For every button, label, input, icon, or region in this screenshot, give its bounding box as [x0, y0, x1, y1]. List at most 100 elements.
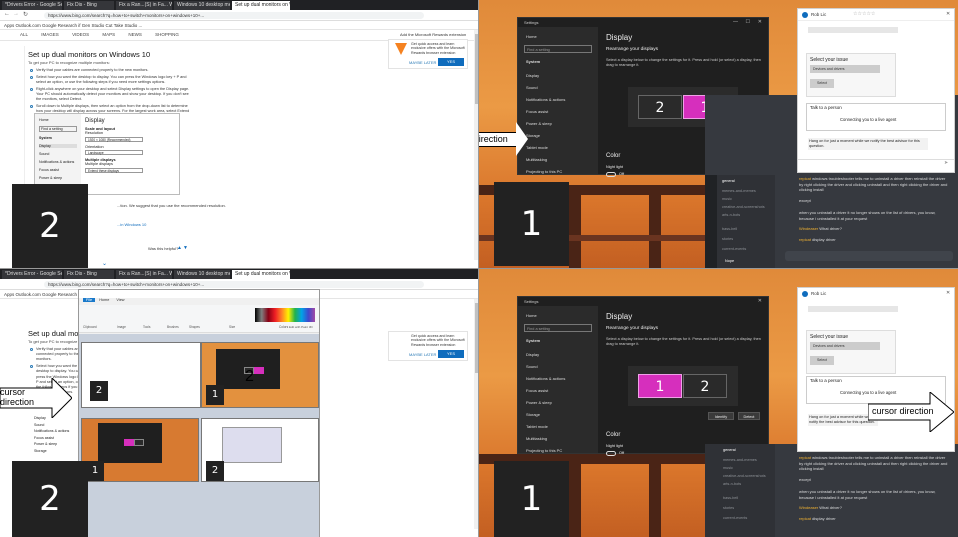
sidebar-item-sound[interactable]: Sound [526, 85, 538, 90]
select-button[interactable]: Select [810, 356, 834, 365]
channel-item[interactable]: stories [723, 506, 734, 510]
rating-stars[interactable]: ☆☆☆☆☆ [853, 11, 875, 17]
issue-dropdown[interactable]: Devices and drivers [810, 65, 880, 73]
select-button[interactable]: Select [810, 79, 834, 88]
sidebar-item-projecting[interactable]: Projecting to this PC [526, 448, 562, 453]
section-heading: Rearrange your displays [606, 326, 658, 331]
browser-tab[interactable]: *Drivers Error - Google Search [2, 1, 62, 10]
settings-search-input[interactable]: Find a setting [524, 45, 592, 53]
nav-all[interactable]: ALL [20, 32, 28, 37]
channel-item[interactable]: arts-n-bots [723, 482, 741, 486]
sidebar-item-focus[interactable]: Focus assist [526, 388, 548, 393]
sidebar-item-home[interactable]: Home [526, 313, 537, 318]
sidebar-item-storage[interactable]: Storage [526, 133, 540, 138]
tab-home[interactable]: Home [96, 298, 112, 302]
reload-icon[interactable]: ↻ [23, 11, 28, 18]
thumbs-down-icon[interactable]: ▼ [183, 245, 188, 251]
sidebar-item-home[interactable]: Home [526, 34, 537, 39]
sidebar-section-system: System [526, 338, 541, 343]
channel-item[interactable]: music [722, 197, 732, 201]
channel-item[interactable]: creative-and-screenshots [723, 474, 766, 478]
agent-name: Rob Lic [811, 291, 827, 296]
display-1[interactable]: 1 [638, 374, 682, 398]
channel-item[interactable]: current-events [722, 247, 746, 251]
sidebar-item-multitasking[interactable]: Multitasking [526, 157, 547, 162]
sidebar-item-display[interactable]: Display [526, 352, 539, 357]
channel-item[interactable]: general [723, 448, 736, 452]
color-palette[interactable] [255, 308, 315, 322]
channel-item[interactable]: memes-and-memes [723, 458, 757, 462]
issue-dropdown[interactable]: Devices and drivers [810, 342, 880, 350]
rewards-prompt: Add the Microsoft Rewards extension [400, 32, 467, 37]
chat-input[interactable] [798, 159, 954, 172]
close-icon[interactable]: ✕ [758, 298, 762, 304]
maximize-icon[interactable]: ☐ [746, 19, 750, 25]
identify-button[interactable]: Identify [708, 412, 734, 420]
close-icon[interactable]: ✕ [758, 19, 762, 25]
close-icon[interactable]: ✕ [946, 290, 950, 296]
browser-tab[interactable]: Windows 10 desktop ment... [174, 270, 230, 279]
night-light-toggle[interactable] [606, 451, 616, 456]
channel-item[interactable]: bass-bell [723, 496, 738, 500]
tab-file[interactable]: File [83, 298, 96, 302]
url-input[interactable]: https://www.bing.com/search?q=how+to+swi… [44, 12, 424, 19]
browser-tab-active[interactable]: Set up dual monitors on Win... [232, 270, 290, 279]
detect-button[interactable]: Detect [738, 412, 760, 420]
tab-view[interactable]: View [113, 298, 127, 302]
sidebar-item-notifications[interactable]: Notifications & actions [526, 376, 565, 381]
sidebar-item-tablet[interactable]: Tablet mode [526, 424, 548, 429]
wallpaper-girder [569, 185, 581, 268]
chevron-down-icon[interactable]: ⌄ [102, 260, 107, 267]
browser-tab[interactable]: Windows 10 desktop ment... [174, 1, 230, 10]
back-icon[interactable]: ← [4, 11, 10, 17]
channel-item[interactable]: memes-and-memes [722, 189, 756, 193]
nav-news[interactable]: NEWS [128, 32, 142, 37]
sidebar-item-multitasking[interactable]: Multitasking [526, 436, 547, 441]
nav-images[interactable]: IMAGES [41, 32, 59, 37]
sidebar-item-power[interactable]: Power & sleep [526, 121, 552, 126]
night-light-toggle[interactable] [606, 172, 616, 177]
browser-tab[interactable]: Fix Dis - Bing [64, 1, 114, 10]
maybe-later-button[interactable]: MAYBE LATER [409, 60, 436, 65]
settings-search-input[interactable]: Find a setting [524, 324, 592, 332]
browser-tab[interactable]: Fix Dis - Bing [64, 270, 114, 279]
nav-maps[interactable]: MAPS [102, 32, 115, 37]
thumbs-up-icon[interactable]: ▲ [177, 245, 182, 251]
maybe-later-button[interactable]: MAYBE LATER [409, 352, 436, 357]
sidebar-item-notifications[interactable]: Notifications & actions [526, 97, 565, 102]
browser-tab[interactable]: *Drivers Error - Google Search [2, 270, 62, 279]
display-2[interactable]: 2 [638, 95, 682, 119]
channel-item[interactable]: creative-and-screenshots [722, 205, 765, 209]
forward-icon[interactable]: → [13, 11, 19, 17]
sidebar-item-storage[interactable]: Storage [526, 412, 540, 417]
discord-input-bar[interactable] [785, 251, 953, 261]
channel-item[interactable]: bass-bell [722, 227, 737, 231]
yes-button[interactable]: YES [438, 350, 464, 358]
browser-tab[interactable]: Fix a Ran...(S) in Fa... Windows 10 [116, 270, 172, 279]
nav-shopping[interactable]: SHOPPING [155, 32, 179, 37]
browser-tab-active[interactable]: Set up dual monitors on Win... [232, 1, 290, 10]
sidebar-item-tablet[interactable]: Tablet mode [526, 145, 548, 150]
yes-button[interactable]: YES [438, 58, 464, 66]
channel-item[interactable]: current-events [723, 516, 747, 520]
minimize-icon[interactable]: — [733, 19, 738, 25]
nav-videos[interactable]: VIDEOS [72, 32, 89, 37]
paint3d-group[interactable]: Edit with Paint 3D [289, 325, 319, 329]
sidebar-item-projecting[interactable]: Projecting to this PC [526, 169, 562, 174]
sidebar-item-display[interactable]: Display [526, 73, 539, 78]
bullet-icon [30, 75, 33, 79]
send-icon[interactable]: ➤ [944, 160, 948, 166]
windows-link[interactable]: ...in Windows 10 [117, 222, 146, 227]
close-icon[interactable]: ✕ [946, 11, 950, 17]
channel-item[interactable]: general [722, 179, 735, 183]
channel-item[interactable]: stories [722, 237, 733, 241]
browser-tab[interactable]: Fix a Ran...(S) in Fa... Windows 10 [116, 1, 172, 10]
display-2[interactable]: 2 [683, 374, 727, 398]
url-input[interactable]: https://www.bing.com/search?q=how+to+swi… [44, 281, 424, 288]
sidebar-item-sound[interactable]: Sound [526, 364, 538, 369]
address-bar-row: ← → ↻ https://www.bing.com/search?q=how+… [0, 10, 479, 21]
channel-item[interactable]: arts-n-bots [722, 213, 740, 217]
channel-item[interactable]: music [723, 466, 733, 470]
sidebar-item-focus[interactable]: Focus assist [526, 109, 548, 114]
sidebar-item-power[interactable]: Power & sleep [526, 400, 552, 405]
